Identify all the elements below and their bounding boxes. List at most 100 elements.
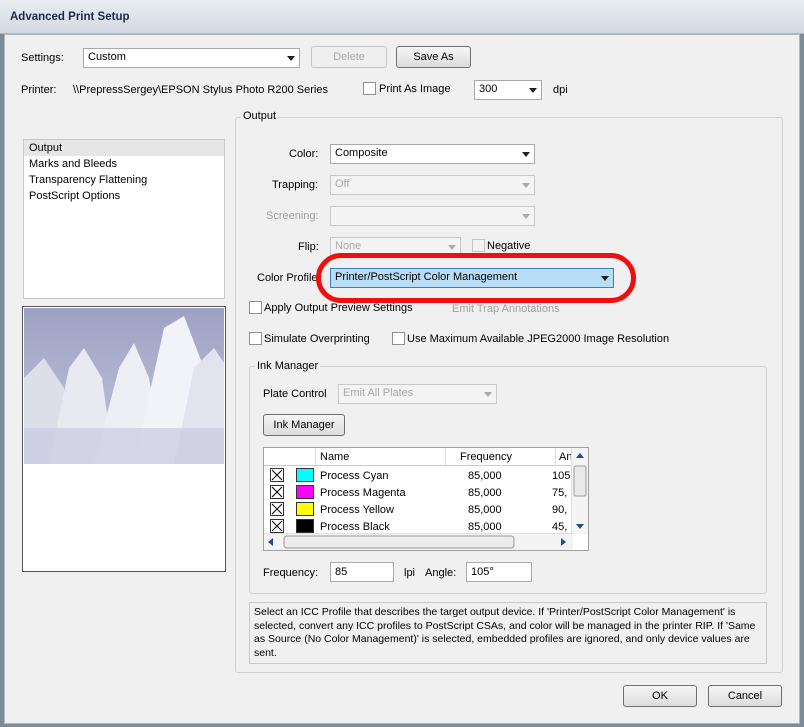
chevron-down-icon (287, 56, 295, 61)
table-header-name[interactable]: Name (316, 448, 446, 466)
highlight-annotation-ring (316, 253, 636, 303)
print-as-image-checkbox[interactable] (363, 82, 376, 95)
color-label: Color: (289, 148, 319, 160)
delete-button[interactable]: Delete (311, 46, 387, 68)
x-mark-icon (271, 486, 283, 498)
ink-name: Process Cyan (320, 470, 389, 482)
table-vertical-scrollbar[interactable] (571, 448, 588, 534)
table-horizontal-scrollbar[interactable] (264, 533, 573, 550)
flip-value: None (335, 240, 362, 252)
plate-control-label: Plate Control (263, 388, 327, 400)
nav-item-output[interactable]: Output (24, 140, 224, 156)
jpeg2000-resolution-checkbox[interactable] (392, 332, 405, 345)
negative-label: Negative (487, 240, 531, 252)
dpi-value: 300 (479, 83, 498, 95)
save-as-button[interactable]: Save As (396, 46, 471, 68)
output-group-title: Output (241, 110, 279, 122)
apply-output-preview-checkbox[interactable] (249, 301, 262, 314)
title-bar: Advanced Print Setup (0, 0, 804, 34)
chevron-down-icon (522, 183, 530, 188)
dpi-dropdown[interactable]: 300 (474, 80, 542, 100)
ink-color-swatch (296, 485, 314, 499)
ink-enabled-checkbox[interactable] (270, 519, 284, 533)
dpi-unit: dpi (553, 84, 568, 96)
ink-color-swatch (296, 468, 314, 482)
flip-label: Flip: (298, 241, 319, 253)
table-row[interactable]: Process Black 85,000 45, (264, 519, 570, 533)
settings-dropdown[interactable]: Custom (83, 48, 300, 68)
ink-name: Process Yellow (320, 504, 394, 516)
trapping-label: Trapping: (272, 179, 319, 191)
print-preview (22, 306, 226, 572)
ink-enabled-checkbox[interactable] (270, 502, 284, 516)
chevron-down-icon (448, 245, 456, 250)
settings-label: Settings: (21, 52, 64, 64)
jpeg2000-resolution-label: Use Maximum Available JPEG2000 Image Res… (407, 333, 670, 345)
chevron-down-icon (522, 214, 530, 219)
trapping-dropdown[interactable]: Off (330, 175, 535, 195)
frequency-unit: lpi (404, 567, 416, 579)
chevron-down-icon (522, 152, 530, 157)
advanced-print-setup-dialog: Settings: Custom Delete Save As Printer:… (4, 34, 800, 724)
simulate-overprinting-checkbox[interactable] (249, 332, 262, 345)
table-row[interactable]: Process Magenta 85,000 75, (264, 485, 570, 502)
x-mark-icon (271, 503, 283, 515)
nav-item-marks-and-bleeds[interactable]: Marks and Bleeds (24, 156, 224, 172)
color-profile-label: Color Profile: (257, 272, 321, 284)
ink-color-swatch (296, 502, 314, 516)
plate-control-value: Emit All Plates (343, 387, 414, 399)
chevron-down-icon (529, 88, 537, 93)
ink-name: Process Black (320, 521, 390, 533)
ink-frequency: 85,000 (468, 470, 502, 482)
trapping-value: Off (335, 178, 350, 190)
simulate-overprinting-label: Simulate Overprinting (264, 333, 370, 345)
color-dropdown[interactable]: Composite (330, 144, 535, 164)
nav-item-transparency-flattening[interactable]: Transparency Flattening (24, 172, 224, 188)
ok-button[interactable]: OK (623, 685, 697, 707)
cancel-button[interactable]: Cancel (708, 685, 782, 707)
category-list: Output Marks and Bleeds Transparency Fla… (23, 139, 225, 299)
table-row[interactable]: Process Yellow 85,000 90, (264, 502, 570, 519)
table-row[interactable]: Process Cyan 85,000 105 (264, 468, 570, 485)
ink-enabled-checkbox[interactable] (270, 485, 284, 499)
apply-output-preview-label: Apply Output Preview Settings (264, 302, 413, 314)
scroll-arrows-icon (573, 453, 587, 529)
printer-name: \\PrepressSergey\EPSON Stylus Photo R200… (73, 84, 328, 96)
ink-name: Process Magenta (320, 487, 406, 499)
chevron-down-icon (484, 392, 492, 397)
x-mark-icon (271, 520, 283, 532)
frequency-label: Frequency: (263, 567, 319, 579)
description-text: Select an ICC Profile that describes the… (249, 602, 767, 664)
printer-label: Printer: (21, 84, 57, 96)
table-header-frequency[interactable]: Frequency (446, 448, 556, 466)
settings-value: Custom (88, 51, 126, 63)
ink-color-swatch (296, 519, 314, 533)
frequency-field[interactable]: 85 (330, 562, 394, 582)
screening-label: Screening: (266, 210, 319, 222)
ink-angle: 105 (552, 470, 571, 482)
angle-field[interactable]: 105° (466, 562, 532, 582)
ink-enabled-checkbox[interactable] (270, 468, 284, 482)
ink-frequency: 85,000 (468, 504, 502, 516)
screening-dropdown[interactable] (330, 206, 535, 226)
emit-trap-annotations-label: Emit Trap Annotations (452, 303, 560, 315)
ink-angle: 45, (552, 521, 568, 533)
table-header-blank (264, 448, 316, 466)
plate-control-dropdown[interactable]: Emit All Plates (338, 384, 497, 404)
ink-angle: 90, (552, 504, 568, 516)
window-title: Advanced Print Setup (10, 11, 130, 23)
x-mark-icon (271, 469, 283, 481)
negative-checkbox[interactable] (472, 239, 485, 252)
ink-frequency: 85,000 (468, 487, 502, 499)
scroll-arrows-icon (268, 535, 566, 549)
ink-manager-group-title: Ink Manager (255, 360, 321, 372)
nav-item-postscript-options[interactable]: PostScript Options (24, 188, 224, 204)
preview-image (24, 308, 224, 464)
print-as-image-label: Print As Image (379, 83, 451, 95)
ink-frequency: 85,000 (468, 521, 502, 533)
ink-angle: 75, (552, 487, 568, 499)
ink-manager-button[interactable]: Ink Manager (263, 414, 345, 436)
color-value: Composite (335, 147, 388, 159)
angle-label: Angle: (425, 567, 457, 579)
ink-table: Name Frequency An Process Cyan 85,000 10… (263, 447, 589, 551)
